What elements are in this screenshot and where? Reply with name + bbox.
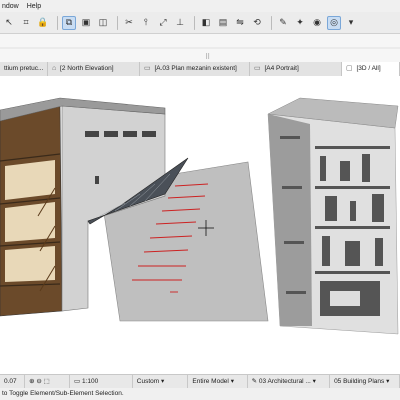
dropdown-arrow-icon: ▾ [386, 377, 390, 385]
secondary-toolbar: ⠿ [0, 34, 400, 63]
layout-icon: ▭ [254, 65, 261, 72]
interior-rooms [5, 160, 55, 282]
dropdown-arrow-icon: ▾ [230, 377, 234, 385]
dropdown-arrow-icon[interactable]: ▾ [344, 16, 358, 30]
3d-view-mode-icon[interactable]: ◎ [327, 15, 341, 30]
layout-icon: ▭ [144, 65, 151, 72]
status-hint: to Toggle Element/Sub-Element Selection. [0, 388, 400, 400]
view-icon[interactable]: ▤ [216, 16, 230, 30]
scale-selector[interactable]: ▭ 1:100 [70, 374, 133, 389]
tab-label: ttium pretuc... [4, 65, 44, 72]
pen-set-value: 03 Architectural ... [258, 377, 311, 385]
menu-help[interactable]: Help [25, 3, 47, 10]
model-view-selector[interactable]: Entire Model ▾ [188, 374, 248, 389]
select-arrow-icon[interactable]: ↖ [2, 16, 16, 30]
tab-label: [A.03 Plan mezanin existent] [154, 65, 237, 72]
point-cloud-opening [330, 291, 360, 306]
scale-icon: ▭ [73, 377, 81, 385]
split-icon[interactable]: ⫯ [139, 16, 153, 30]
rotate-icon[interactable]: ⟲ [250, 16, 264, 30]
toolbar-divider [117, 15, 118, 30]
strip-decor: ⠿ [0, 47, 400, 61]
view-tabs: ttium pretuc... ⌂ [2 North Elevation] ▭ … [0, 62, 400, 77]
fit-window-icon[interactable]: ⬚ [44, 378, 50, 385]
toolbar-divider [194, 15, 195, 30]
3d-icon: ▢ [346, 65, 353, 72]
tab-label: [A4 Portrait] [264, 65, 299, 72]
zoom-in-icon[interactable]: ⊕ [29, 378, 34, 385]
mirror-icon[interactable]: ⇋ [233, 16, 247, 30]
group-icon[interactable]: ▣ [79, 16, 93, 30]
zoom-out-icon[interactable]: ⊖ [36, 378, 41, 385]
marquee-icon[interactable]: ⌗ [19, 16, 33, 30]
tab-label: [2 North Elevation] [60, 65, 114, 72]
plan-type-value: 05 Building Plans [334, 377, 385, 385]
tab-label: [3D / All] [356, 65, 381, 72]
toolbar-divider [271, 15, 272, 30]
lock-icon[interactable]: 🔒 [36, 16, 50, 30]
magic-wand-icon[interactable]: ✦ [293, 16, 307, 30]
tab-plan-mezanin[interactable]: ▭ [A.03 Plan mezanin existent] [140, 62, 250, 76]
eyedropper-icon[interactable]: ✎ [276, 16, 290, 30]
3d-model-render [0, 97, 399, 335]
adjust-icon[interactable]: ⤢ [156, 16, 170, 30]
suspend-groups-icon[interactable]: ⧉ [62, 15, 76, 30]
move-handle-icon: ⠿ [205, 53, 210, 61]
elevation-icon: ⌂ [52, 65, 57, 72]
scale-value: 1:100 [81, 377, 99, 385]
menu-window[interactable]: ndow [0, 3, 25, 10]
toolbar-divider [57, 15, 58, 30]
plan-type-selector[interactable]: 05 Building Plans ▾ [330, 374, 400, 389]
zoom-controls[interactable]: ⊕ ⊖ ⬚ [25, 374, 70, 389]
layer-combo-value: Custom [136, 377, 160, 385]
layer-icon[interactable]: ◧ [199, 16, 213, 30]
tab-a4-portrait[interactable]: ▭ [A4 Portrait] [250, 62, 342, 76]
render-icon[interactable]: ◉ [310, 16, 324, 30]
model-view-value: Entire Model [192, 377, 229, 385]
toolbar: ↖ ⌗ 🔒 ⧉ ▣ ◫ ✂ ⫯ ⤢ ⊥ ◧ ▤ ⇋ ⟲ ✎ ✦ ◉ ◎ ▾ [0, 12, 400, 34]
point-cloud-side [268, 114, 312, 326]
status-bar: 0.07 ⊕ ⊖ ⬚ ▭ 1:100 Custom ▾ Entire Model… [0, 374, 400, 389]
trim-icon[interactable]: ✂ [122, 16, 136, 30]
pen-set-selector[interactable]: ✎ 03 Architectural ... ▾ [248, 374, 331, 389]
dropdown-arrow-icon: ▾ [312, 377, 316, 385]
pen-icon: ✎ [251, 377, 259, 385]
tab-section[interactable]: ttium pretuc... [0, 62, 48, 76]
dropdown-arrow-icon: ▾ [160, 377, 165, 385]
tab-north-elevation[interactable]: ⌂ [2 North Elevation] [48, 62, 140, 76]
ungroup-icon[interactable]: ◫ [96, 16, 110, 30]
intersect-icon[interactable]: ⊥ [173, 16, 187, 30]
tab-3d-all[interactable]: ▢ [3D / All] [342, 62, 400, 76]
menu-bar: ndow Help [0, 0, 400, 12]
zoom-value[interactable]: 0.07 [0, 374, 26, 389]
layer-combination-selector[interactable]: Custom ▾ [133, 374, 189, 389]
3d-viewport[interactable] [0, 76, 400, 374]
